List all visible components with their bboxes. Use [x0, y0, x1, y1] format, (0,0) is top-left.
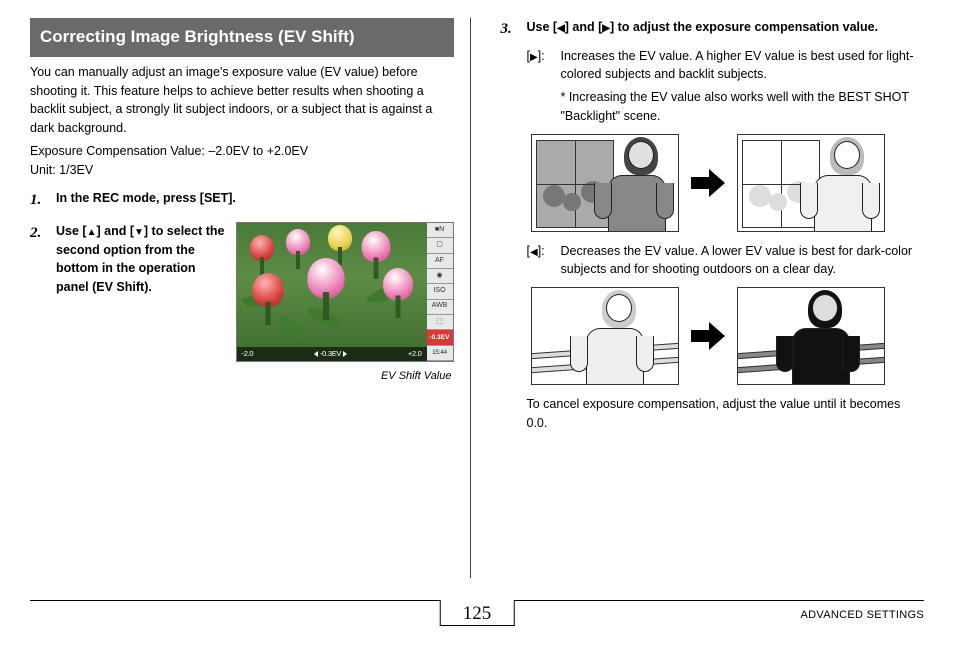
ev-value: -0.3EV: [320, 348, 341, 359]
tulip-shape: [251, 273, 285, 325]
decrease-desc: [◀]: Decreases the EV value. A lower EV …: [527, 242, 925, 280]
side-cell: ▢: [427, 238, 453, 253]
step-text-part: ] and [: [96, 224, 134, 238]
backlit-after: [737, 134, 885, 232]
camera-lcd-figure: -2.0 -0.3EV +2.0 ■N ▢: [236, 222, 454, 385]
side-cell-time: 15:44: [427, 346, 453, 361]
right-triangle-icon: [343, 351, 347, 357]
step-1-text: In the REC mode, press [SET].: [56, 189, 454, 212]
step-number: 3.: [501, 18, 519, 41]
ev-min: -2.0: [242, 348, 254, 359]
side-cell: ⬚: [427, 315, 453, 330]
increase-text: Increases the EV value. A higher EV valu…: [561, 47, 925, 85]
person-shape: [804, 135, 876, 231]
up-triangle-icon: ▲: [87, 225, 97, 240]
backlit-before: [531, 134, 679, 232]
tulip-shape: [381, 268, 414, 318]
footer-section-label: ADVANCED SETTINGS: [801, 601, 924, 624]
camera-lcd: -2.0 -0.3EV +2.0 ■N ▢: [236, 222, 454, 362]
clearday-illustration-row: [531, 287, 925, 385]
tulip-shape: [305, 258, 345, 320]
right-column: 3. Use [◀] and [▶] to adjust the exposur…: [495, 18, 925, 578]
figure-caption: EV Shift Value: [236, 368, 454, 385]
step-3-text: Use [◀] and [▶] to adjust the exposure c…: [527, 18, 925, 41]
step-3: 3. Use [◀] and [▶] to adjust the exposur…: [501, 18, 925, 41]
down-triangle-icon: ▼: [134, 225, 144, 240]
bracket: ]:: [538, 244, 545, 258]
bracket: ]:: [538, 49, 545, 63]
increase-key: [▶]:: [527, 47, 553, 126]
person-shape: [598, 135, 670, 231]
step-1: 1. In the REC mode, press [SET].: [30, 189, 454, 212]
tree-shape: [543, 185, 565, 207]
intro-paragraph: You can manually adjust an image's expos…: [30, 63, 454, 138]
clearday-before: [531, 287, 679, 385]
ev-bar: -2.0 -0.3EV +2.0: [237, 347, 427, 361]
tree-shape: [769, 193, 787, 211]
side-cell-highlight: -0.3EV: [427, 330, 453, 345]
decrease-key: [◀]:: [527, 242, 553, 280]
backlit-illustration-row: [531, 134, 925, 232]
increase-desc: [▶]: Increases the EV value. A higher EV…: [527, 47, 925, 126]
page-footer: 125 ADVANCED SETTINGS: [30, 600, 924, 634]
ev-center: -0.3EV: [314, 348, 347, 359]
arrow-right-icon: [691, 169, 725, 197]
step-text-part: Use [: [527, 20, 558, 34]
arrow-right-icon: [691, 322, 725, 350]
right-triangle-icon: ▶: [602, 21, 610, 36]
side-cell: AWB: [427, 300, 453, 315]
step-text-part: ] and [: [565, 20, 603, 34]
page-number: 125: [440, 600, 515, 626]
left-column: Correcting Image Brightness (EV Shift) Y…: [30, 18, 471, 578]
step-text-part: Use [: [56, 224, 87, 238]
person-shape: [576, 288, 648, 384]
tree-shape: [749, 185, 771, 207]
cancel-note: To cancel exposure compensation, adjust …: [527, 395, 925, 433]
person-shape: [782, 288, 854, 384]
tulip-shape: [249, 235, 275, 275]
side-cell: ■N: [427, 223, 453, 238]
lcd-photo-area: -2.0 -0.3EV +2.0: [237, 223, 427, 361]
step-2-text: Use [▲] and [▼] to select the second opt…: [56, 222, 226, 297]
ev-unit: Unit: 1/3EV: [30, 161, 454, 180]
side-cell: ISO: [427, 284, 453, 299]
right-triangle-icon: ▶: [530, 50, 538, 65]
page-columns: Correcting Image Brightness (EV Shift) Y…: [30, 18, 924, 578]
ev-max: +2.0: [408, 348, 422, 359]
step-number: 2.: [30, 222, 48, 385]
step-number: 1.: [30, 189, 48, 212]
tree-shape: [563, 193, 581, 211]
step-2: 2. Use [▲] and [▼] to select the second …: [30, 222, 454, 385]
section-title: Correcting Image Brightness (EV Shift): [30, 18, 454, 57]
step-text-part: ] to adjust the exposure compensation va…: [610, 20, 878, 34]
decrease-text: Decreases the EV value. A lower EV value…: [561, 242, 925, 280]
left-triangle-icon: ◀: [557, 21, 565, 36]
clearday-after: [737, 287, 885, 385]
left-triangle-icon: [314, 351, 318, 357]
ev-range: Exposure Compensation Value: –2.0EV to +…: [30, 142, 454, 161]
side-cell: AF: [427, 254, 453, 269]
lcd-side-panel: ■N ▢ AF ◉ ISO AWB ⬚ -0.3EV 15:44: [427, 223, 453, 361]
left-triangle-icon: ◀: [530, 245, 538, 260]
increase-note: * Increasing the EV value also works wel…: [561, 88, 925, 126]
side-cell: ◉: [427, 269, 453, 284]
